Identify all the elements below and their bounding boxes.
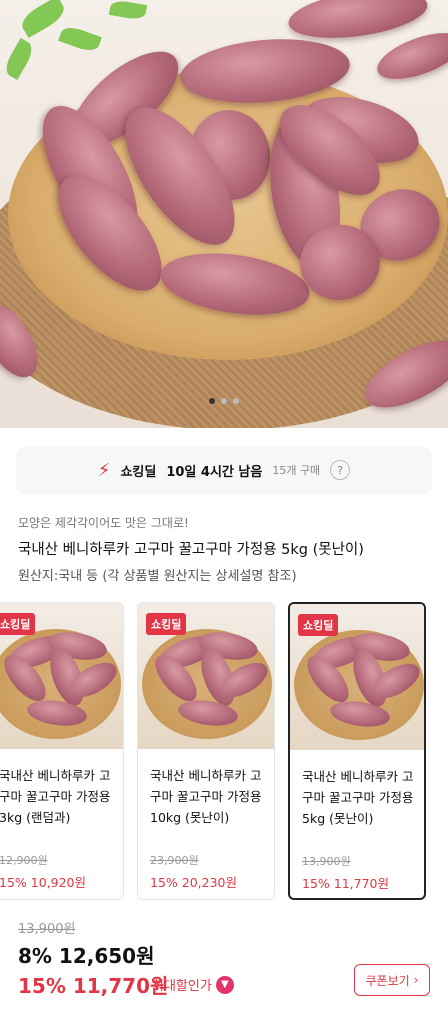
shocking-deal-badge: 쇼킹딜 [0,613,36,635]
product-origin: 원산지:국내 등 (각 상품별 원산지는 상세설명 참조) [18,569,297,584]
product-title: 국내산 베니하루카 고구마 꿀고구마 가정용 5kg (못난이) [18,542,364,558]
coupon-label: 쿠폰보기 [365,973,410,988]
option-card-selected[interactable]: 쇼킹딜 국내산 베니하루카 고구마 꿀고구마 가정용 5kg (못난이) 13,… [288,602,426,900]
option-thumbnail: 쇼킹딜 [138,603,274,749]
shocking-deal-bar: ⚡ 쇼킹딜 10일 4시간 남음 15개 구매 ? [16,446,432,494]
carousel-dot[interactable] [233,398,239,404]
carousel-dot-active[interactable] [209,398,215,404]
max-discount-toggle[interactable]: 최대할인가 ▼ [152,975,234,994]
leaf-decoration [58,23,102,55]
sweet-potato [371,23,448,89]
option-carousel[interactable]: 쇼킹딜 국내산 베니하루카 고구마 꿀고구마 가정용 3kg (랜덤과) 12,… [0,602,448,902]
option-sale-price: 15% 11,770원 [302,876,389,891]
option-name: 국내산 베니하루카 고구마 꿀고구마 가정용 5kg (못난이) [302,769,414,826]
option-sale-price: 15% 10,920원 [0,875,86,890]
option-original-price: 12,900원 [0,854,48,867]
carousel-dot[interactable] [221,398,227,404]
option-thumbnail: 쇼킹딜 [0,603,123,749]
discount-price: 8% 12,650원 [18,944,155,968]
chevron-down-icon[interactable]: ▼ [215,975,234,994]
product-hero-image[interactable] [0,0,448,428]
option-card[interactable]: 쇼킹딜 국내산 베니하루카 고구마 꿀고구마 가정용 3kg (랜덤과) 12,… [0,602,124,900]
option-original-price: 13,900원 [302,855,351,868]
deal-label: 쇼킹딜 [120,464,157,480]
option-name: 국내산 베니하루카 고구마 꿀고구마 가정용 10kg (못난이) [150,768,262,825]
option-card[interactable]: 쇼킹딜 국내산 베니하루카 고구마 꿀고구마 가정용 10kg (못난이) 23… [137,602,275,900]
original-price: 13,900원 [18,922,76,937]
sweet-potato [285,0,431,46]
option-name: 국내산 베니하루카 고구마 꿀고구마 가정용 3kg (랜덤과) [0,768,111,825]
option-original-price: 23,900원 [150,854,199,867]
max-discount-price: 15% 11,770원 [18,974,169,998]
product-tagline: 모양은 제각각이어도 맛은 그대로! [18,516,189,530]
option-sale-price: 15% 20,230원 [150,875,237,890]
leaf-decoration [108,0,148,22]
deal-time-left: 10일 4시간 남음 [166,464,263,480]
coupon-button[interactable]: 쿠폰보기 › [354,964,430,996]
shocking-deal-badge: 쇼킹딜 [146,613,187,635]
carousel-indicator[interactable] [0,398,448,404]
help-icon[interactable]: ? [330,460,351,480]
bolt-icon: ⚡ [97,459,111,481]
leaf-decoration [1,38,37,80]
max-discount-label: 최대할인가 [152,979,212,994]
shocking-deal-badge: 쇼킹딜 [298,614,339,636]
option-thumbnail: 쇼킹딜 [290,604,424,750]
chevron-right-icon: › [413,973,419,987]
purchase-count: 15개 구매 [272,464,321,477]
